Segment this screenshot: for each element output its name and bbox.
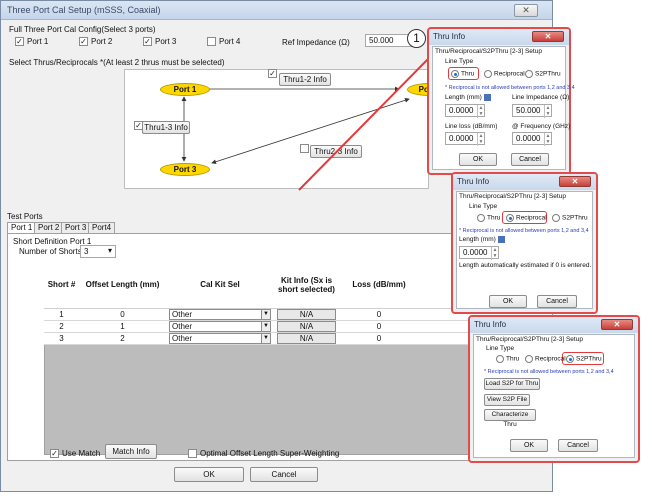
length-input[interactable]: 0.0000 ▲ ▼ xyxy=(445,104,485,118)
popup-cancel-button[interactable]: Cancel xyxy=(558,439,598,452)
length-label: Length (mm) xyxy=(459,236,505,243)
spinner-icon[interactable]: ▲ ▼ xyxy=(477,133,484,146)
radio-reciprocal[interactable]: Reciprocal xyxy=(484,70,525,78)
thru-info-popup-thru: Thru Info ✕ Thru/Reciprocal/S2PThru [2-3… xyxy=(427,27,575,175)
thru-info-popup-reciprocal: Thru Info ✕ Thru/Reciprocal/S2PThru [2-3… xyxy=(451,172,598,314)
line-type-label: Line Type xyxy=(445,58,474,65)
frequency-input[interactable]: 0.0000 ▲ ▼ xyxy=(512,132,552,146)
spinner-icon[interactable]: ▲ ▼ xyxy=(544,105,551,118)
popup-subtitle: Thru/Reciprocal/S2PThru [2-3] Setup xyxy=(459,193,566,200)
popup-subtitle: Thru/Reciprocal/S2PThru [2-3] Setup xyxy=(476,336,583,343)
radio-reciprocal[interactable]: Reciprocal xyxy=(506,214,547,222)
reciprocal-note: * Reciprocal is not allowed between port… xyxy=(459,228,589,234)
length-label: Length (mm) xyxy=(445,94,491,101)
loss-label: Line loss (dB/mm) xyxy=(445,123,498,130)
popup-ok-button[interactable]: OK xyxy=(459,153,497,166)
spinner-icon[interactable]: ▲ ▼ xyxy=(544,133,551,146)
popup-subtitle: Thru/Reciprocal/S2PThru [2-3] Setup xyxy=(435,48,542,55)
line-type-label: Line Type xyxy=(486,345,515,352)
length-input[interactable]: 0.0000 ▲ ▼ xyxy=(459,246,499,260)
radio-s2pthru[interactable]: S2PThru xyxy=(552,214,588,222)
loss-input[interactable]: 0.0000 ▲ ▼ xyxy=(445,132,485,146)
spinner-icon[interactable]: ▲ ▼ xyxy=(491,247,498,260)
popup-ok-button[interactable]: OK xyxy=(489,295,527,308)
popup-cancel-button[interactable]: Cancel xyxy=(511,153,549,166)
close-icon[interactable]: ✕ xyxy=(559,176,591,187)
thru-info-popup-s2pthru: Thru Info ✕ Thru/Reciprocal/S2PThru [2-3… xyxy=(468,315,640,463)
close-icon[interactable]: ✕ xyxy=(601,319,633,330)
popup-cancel-button[interactable]: Cancel xyxy=(537,295,577,308)
radio-s2pthru[interactable]: S2PThru xyxy=(525,70,561,78)
view-s2p-button[interactable]: View S2P File xyxy=(484,394,530,406)
impedance-label: Line Impedance (Ω) xyxy=(512,94,570,101)
spinner-icon[interactable]: ▲ ▼ xyxy=(477,105,484,118)
line-type-label: Line Type xyxy=(469,203,498,210)
reciprocal-note: * Reciprocal is not allowed between port… xyxy=(484,369,614,375)
calculator-icon xyxy=(497,236,505,243)
radio-thru[interactable]: Thru xyxy=(477,214,500,222)
callout-number: 1 xyxy=(407,29,426,48)
characterize-thru-button[interactable]: Characterize Thru xyxy=(484,409,536,428)
radio-thru[interactable]: Thru xyxy=(451,70,474,78)
frequency-label: @ Frequency (GHz) xyxy=(512,123,571,130)
radio-thru[interactable]: Thru xyxy=(496,355,519,363)
radio-s2pthru[interactable]: S2PThru xyxy=(566,355,602,363)
popup-ok-button[interactable]: OK xyxy=(510,439,548,452)
impedance-input[interactable]: 50.000 ▲ ▼ xyxy=(512,104,552,118)
calculator-icon xyxy=(483,94,491,101)
load-s2p-button[interactable]: Load S2P for Thru xyxy=(484,378,540,390)
radio-reciprocal[interactable]: Reciprocal xyxy=(525,355,566,363)
close-icon[interactable]: ✕ xyxy=(532,31,564,42)
reciprocal-note: * Reciprocal is not allowed between port… xyxy=(445,85,575,91)
auto-length-note: Length automatically estimated if 0 is e… xyxy=(459,262,592,269)
